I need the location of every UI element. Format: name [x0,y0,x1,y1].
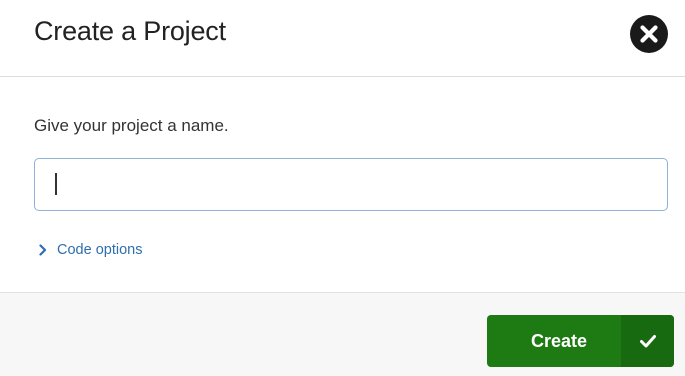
create-button-label: Create [530,330,588,351]
text-caret [55,173,57,195]
dialog-footer: Create [0,292,685,376]
create-button[interactable]: Create [487,315,674,367]
code-options-label: Code options [57,242,143,258]
close-circle-icon [640,25,658,43]
dialog-header: Create a Project [0,0,685,77]
project-name-input[interactable] [34,158,668,211]
project-name-prompt: Give your project a name. [34,116,229,135]
dialog-title: Create a Project [34,16,226,46]
close-button[interactable] [630,15,668,53]
dialog-body: Give your project a name. Code options [0,78,685,292]
create-button-check-area [621,315,674,367]
code-options-toggle[interactable]: Code options [37,239,142,261]
checkmark-icon [639,335,656,348]
chevron-right-icon [39,244,47,256]
create-project-dialog: Create a Project Give your project a nam… [0,0,685,376]
